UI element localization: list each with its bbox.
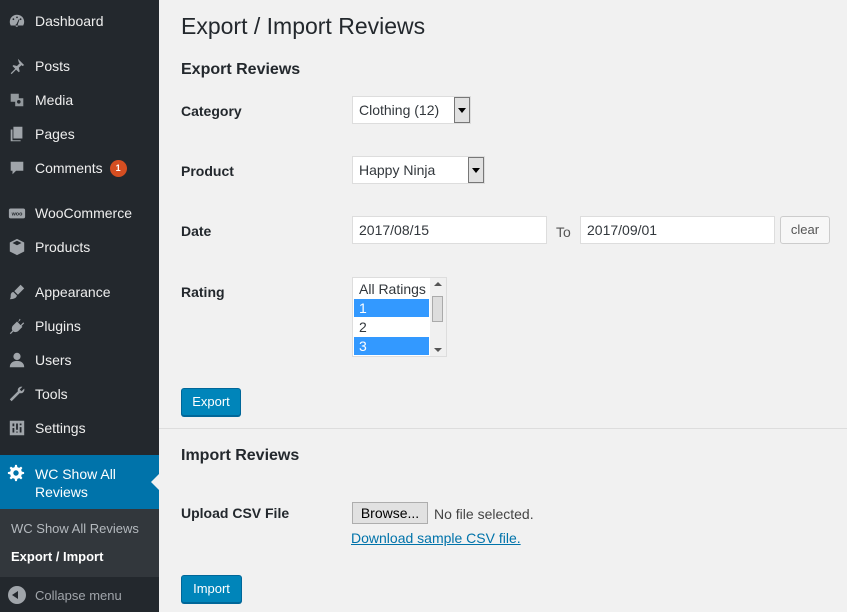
collapse-menu-label: Collapse menu bbox=[35, 587, 122, 603]
sidebar-item-settings[interactable]: Settings bbox=[0, 411, 159, 445]
sidebar-item-woocommerce[interactable]: woo WooCommerce bbox=[0, 196, 159, 230]
pages-icon bbox=[7, 124, 27, 144]
sidebar-item-tools[interactable]: Tools bbox=[0, 377, 159, 411]
sidebar-item-label: Tools bbox=[35, 386, 68, 402]
import-section-heading: Import Reviews bbox=[181, 447, 300, 464]
product-select[interactable]: Happy Ninja bbox=[352, 156, 485, 184]
sidebar-item-label: Settings bbox=[35, 420, 86, 436]
rating-option-2[interactable]: 2 bbox=[354, 318, 429, 336]
sidebar-item-plugins[interactable]: Plugins bbox=[0, 309, 159, 343]
sidebar-item-posts[interactable]: Posts bbox=[0, 49, 159, 83]
sidebar-item-label: Users bbox=[35, 352, 72, 368]
category-label: Category bbox=[181, 103, 242, 119]
comments-icon bbox=[7, 158, 27, 178]
date-from-input[interactable] bbox=[352, 216, 547, 244]
rating-option-all[interactable]: All Ratings bbox=[354, 280, 429, 298]
rating-option-3[interactable]: 3 bbox=[354, 337, 429, 355]
date-to-label: To bbox=[556, 224, 571, 240]
scroll-down-icon bbox=[434, 348, 442, 352]
comments-count-badge: 1 bbox=[109, 159, 127, 177]
sidebar-item-label: Comments bbox=[35, 160, 103, 176]
woocommerce-icon: woo bbox=[7, 203, 27, 223]
category-select[interactable]: Clothing (12) bbox=[352, 96, 471, 124]
media-icon bbox=[7, 90, 27, 110]
sidebar-item-appearance[interactable]: Appearance bbox=[0, 275, 159, 309]
collapse-arrow-icon bbox=[8, 586, 26, 604]
download-sample-csv-link[interactable]: Download sample CSV file. bbox=[351, 530, 521, 546]
page-title: Export / Import Reviews bbox=[181, 13, 426, 39]
sidebar-item-media[interactable]: Media bbox=[0, 83, 159, 117]
sidebar-item-label: WC Show All Reviews bbox=[35, 466, 116, 500]
sidebar-item-wc-show-all-reviews[interactable]: WC Show All Reviews bbox=[0, 455, 159, 509]
sidebar-submenu: WC Show All Reviews Export / Import bbox=[0, 509, 159, 577]
admin-sidebar: Dashboard Posts Media Pages Comments 1 w… bbox=[0, 0, 159, 612]
rating-multiselect[interactable]: All Ratings 1 2 3 bbox=[352, 277, 447, 357]
sidebar-item-users[interactable]: Users bbox=[0, 343, 159, 377]
section-divider bbox=[159, 428, 847, 429]
date-label: Date bbox=[181, 223, 212, 239]
sidebar-item-label: Pages bbox=[35, 126, 75, 142]
sidebar-item-products[interactable]: Products bbox=[0, 230, 159, 264]
sidebar-item-label: WooCommerce bbox=[35, 205, 132, 221]
dashboard-icon bbox=[7, 11, 27, 31]
sidebar-item-label: Dashboard bbox=[35, 13, 104, 29]
sidebar-item-label: Appearance bbox=[35, 284, 111, 300]
plug-icon bbox=[7, 316, 27, 336]
svg-text:woo: woo bbox=[11, 212, 23, 218]
export-section-heading: Export Reviews bbox=[181, 61, 301, 78]
sidebar-item-label: Products bbox=[35, 239, 91, 255]
import-button[interactable]: Import bbox=[181, 575, 242, 603]
products-icon bbox=[7, 237, 27, 257]
sidebar-item-comments[interactable]: Comments 1 bbox=[0, 151, 159, 185]
rating-list-scrollbar[interactable] bbox=[430, 278, 446, 356]
submenu-item-wc-show-all-reviews[interactable]: WC Show All Reviews bbox=[11, 521, 139, 536]
rating-label: Rating bbox=[181, 284, 225, 300]
active-indicator-arrow bbox=[151, 474, 159, 490]
product-label: Product bbox=[181, 163, 234, 179]
sidebar-item-label: Media bbox=[35, 92, 74, 108]
sidebar-item-pages[interactable]: Pages bbox=[0, 117, 159, 151]
upload-csv-label: Upload CSV File bbox=[181, 505, 290, 521]
clear-dates-button[interactable]: clear bbox=[780, 216, 830, 244]
scrollbar-thumb[interactable] bbox=[432, 296, 443, 322]
browse-file-button[interactable]: Browse... bbox=[352, 502, 428, 524]
date-to-input[interactable] bbox=[580, 216, 775, 244]
pin-icon bbox=[7, 56, 27, 76]
submenu-item-export-import[interactable]: Export / Import bbox=[11, 549, 103, 564]
file-status-text: No file selected. bbox=[434, 506, 534, 522]
settings-icon bbox=[7, 418, 27, 438]
chevron-down-icon bbox=[468, 157, 484, 183]
sidebar-item-dashboard[interactable]: Dashboard bbox=[0, 4, 159, 38]
export-button[interactable]: Export bbox=[181, 388, 241, 416]
sidebar-item-label: Posts bbox=[35, 58, 71, 74]
rating-option-1[interactable]: 1 bbox=[354, 299, 429, 317]
wrench-icon bbox=[7, 384, 27, 404]
gear-icon bbox=[7, 464, 27, 484]
category-select-value: Clothing (12) bbox=[359, 102, 440, 118]
product-select-value: Happy Ninja bbox=[359, 162, 436, 178]
sidebar-item-label: Plugins bbox=[35, 318, 81, 334]
chevron-down-icon bbox=[454, 97, 470, 123]
user-icon bbox=[7, 350, 27, 370]
scroll-up-icon bbox=[434, 282, 442, 286]
collapse-menu-button[interactable]: Collapse menu bbox=[0, 580, 159, 610]
brush-icon bbox=[7, 282, 27, 302]
